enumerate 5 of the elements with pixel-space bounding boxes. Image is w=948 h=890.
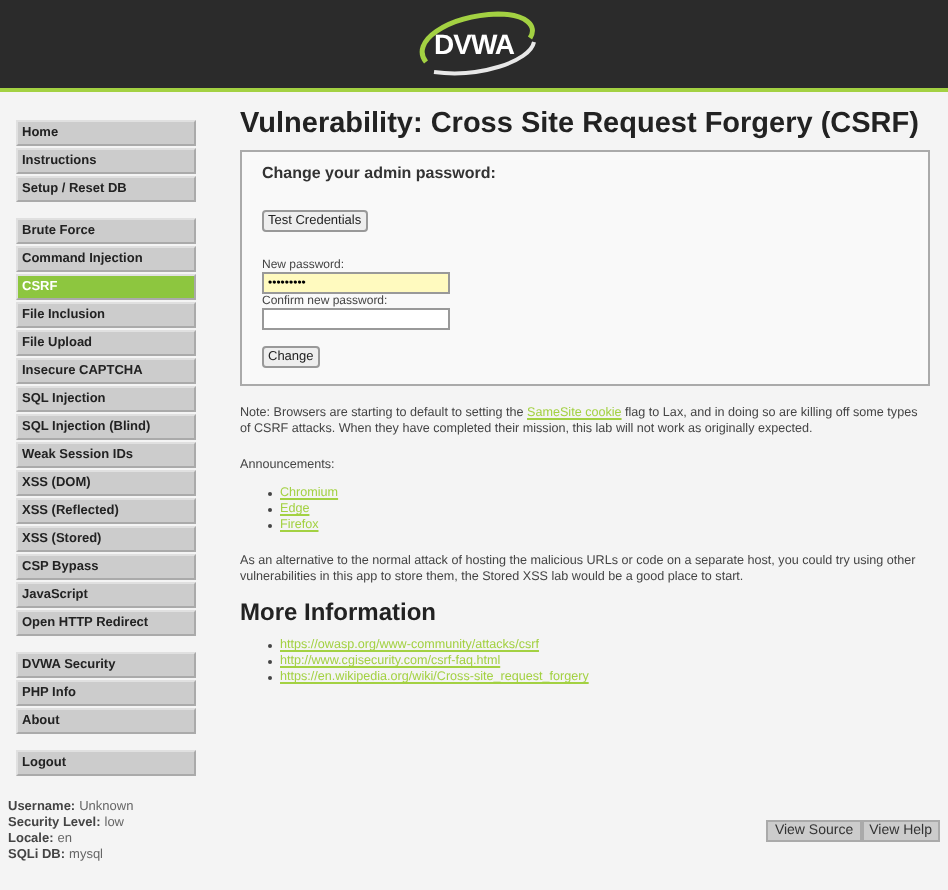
password-field[interactable] bbox=[262, 308, 450, 330]
section-heading: More Information bbox=[240, 598, 438, 626]
logo-text: DVWA bbox=[434, 28, 514, 60]
page-title: Vulnerability: Cross Site Request Forgery (CSRF) bbox=[240, 108, 921, 140]
form-heading: Change your admin password: bbox=[262, 164, 498, 182]
